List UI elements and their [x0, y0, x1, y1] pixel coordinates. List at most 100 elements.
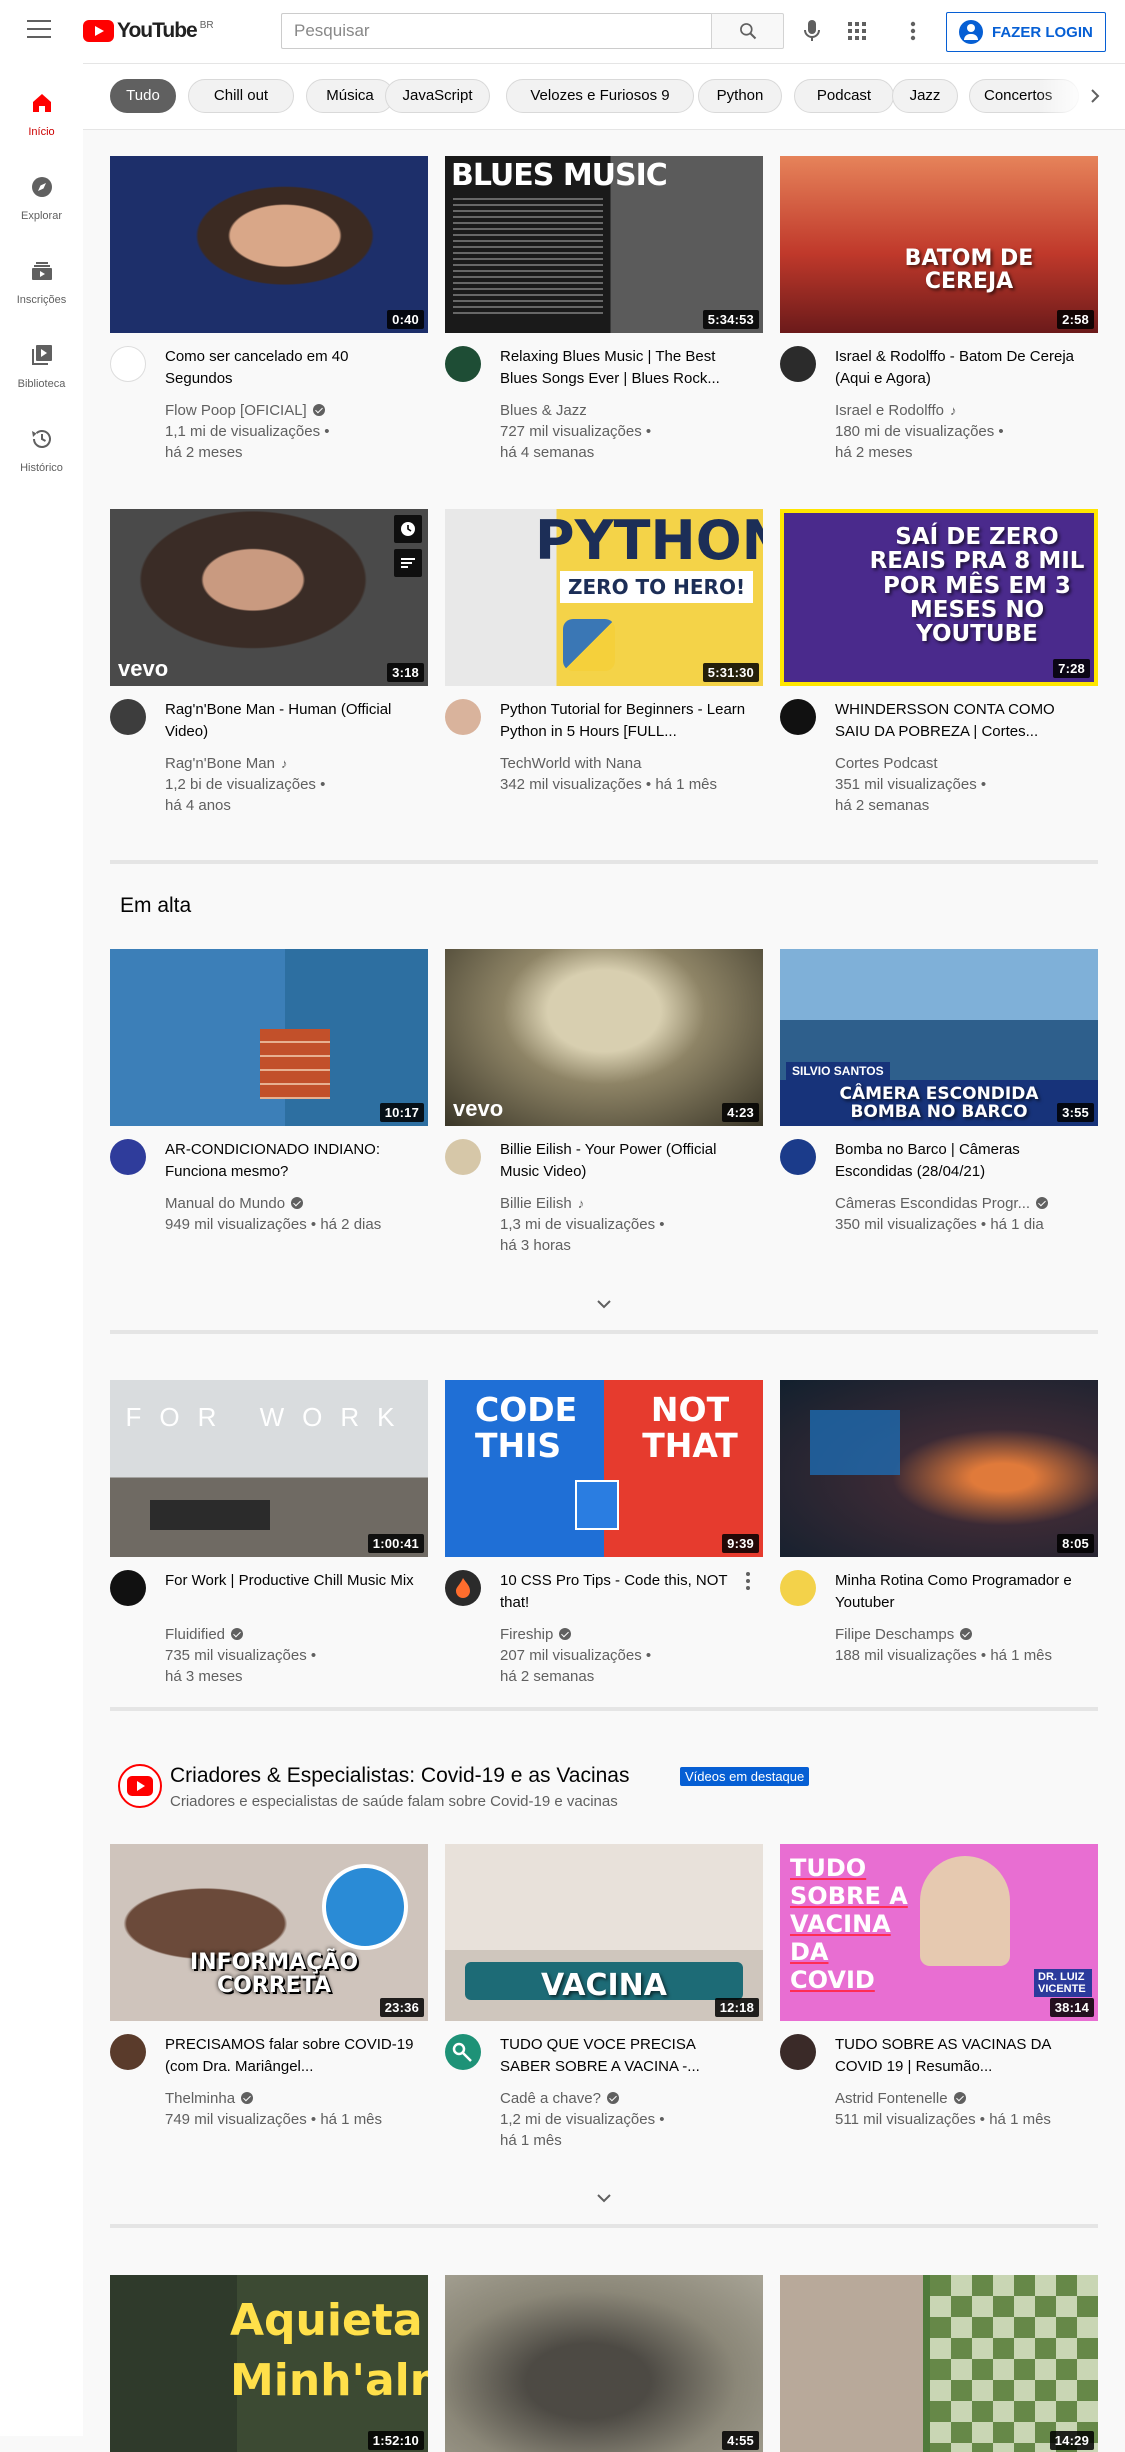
sidebar-item-explore[interactable]: Explorar [0, 161, 83, 235]
channel-avatar[interactable] [110, 2034, 146, 2070]
channel-avatar[interactable] [110, 699, 146, 735]
channel-name[interactable]: Blues & Jazz [500, 400, 760, 421]
shelf-title[interactable]: Criadores & Especialistas: Covid-19 e as… [170, 1764, 630, 1788]
youtube-logo[interactable]: YouTube BR [83, 18, 214, 44]
video-thumbnail[interactable]: 8:05 [780, 1380, 1098, 1557]
channel-avatar[interactable] [110, 1570, 146, 1606]
video-thumbnail[interactable]: vevo 3:18 [110, 509, 428, 686]
upload-age: há 3 horas [500, 1237, 571, 1254]
video-meta: Fireship 207 mil visualizações • há 2 se… [500, 1624, 760, 1687]
video-thumbnail[interactable]: 0:40 [110, 156, 428, 333]
video-title[interactable]: PRECISAMOS falar sobre COVID-19 (com Dra… [165, 2034, 415, 2078]
channel-name[interactable]: Fireship [500, 1626, 553, 1643]
thumbnail-tracklist [453, 198, 603, 318]
video-thumbnail[interactable]: 10:17 [110, 949, 428, 1126]
chip-chill-out[interactable]: Chill out [188, 79, 294, 113]
video-thumbnail[interactable]: PYTHON ZERO TO HERO! 5:31:30 [445, 509, 763, 686]
channel-name[interactable]: TechWorld with Nana [500, 753, 760, 774]
view-count: 342 mil visualizações [500, 776, 642, 793]
channel-name[interactable]: Rag'n'Bone Man [165, 755, 275, 772]
channel-name[interactable]: Cadê a chave? [500, 2090, 601, 2107]
search-button[interactable] [711, 13, 784, 49]
expand-shelf-chevron-icon[interactable] [592, 1292, 616, 1316]
video-title[interactable]: Israel & Rodolffo - Batom De Cereja (Aqu… [835, 346, 1085, 390]
apps-grid-icon[interactable] [844, 18, 870, 44]
channel-avatar[interactable] [445, 699, 481, 735]
video-menu-icon[interactable] [745, 1572, 751, 1594]
login-button[interactable]: FAZER LOGIN [946, 12, 1106, 52]
video-thumbnail[interactable]: FOR WORK 1:00:41 [110, 1380, 428, 1557]
video-thumbnail[interactable]: vevo 4:23 [445, 949, 763, 1126]
video-title[interactable]: Como ser cancelado em 40 Segundos [165, 346, 415, 390]
channel-name[interactable]: Israel e Rodolffo [835, 402, 944, 419]
verified-icon [312, 404, 325, 416]
video-title[interactable]: Relaxing Blues Music | The Best Blues So… [500, 346, 750, 390]
video-title[interactable]: 10 CSS Pro Tips - Code this, NOT that! [500, 1570, 750, 1614]
add-to-queue-icon[interactable] [394, 549, 422, 577]
sidebar-item-history[interactable]: Histórico [0, 413, 83, 487]
video-thumbnail[interactable]: 4:55 [445, 2275, 763, 2452]
channel-avatar[interactable] [445, 2034, 481, 2070]
chevron-right-icon[interactable] [1083, 84, 1107, 108]
channel-avatar[interactable] [445, 346, 481, 382]
channel-name[interactable]: Fluidified [165, 1626, 225, 1643]
channel-name[interactable]: Thelminha [165, 2090, 235, 2107]
video-thumbnail[interactable]: VACINA 12:18 [445, 1844, 763, 2021]
video-thumbnail[interactable]: TUDO SOBRE A VACINA DA COVID DR. LUIZ VI… [780, 1844, 1098, 2021]
video-thumbnail[interactable]: Aquieta Minh'alma 1:52:10 [110, 2275, 428, 2452]
video-title[interactable]: Minha Rotina Como Programador e Youtuber [835, 1570, 1085, 1614]
channel-name[interactable]: Flow Poop [OFICIAL] [165, 402, 307, 419]
filter-chip-bar: Tudo Chill out Música JavaScript Velozes… [83, 63, 1125, 130]
video-title[interactable]: TUDO SOBRE AS VACINAS DA COVID 19 | Resu… [835, 2034, 1085, 2078]
video-title[interactable]: Rag'n'Bone Man - Human (Official Video) [165, 699, 415, 743]
channel-name[interactable]: Cortes Podcast [835, 753, 1095, 774]
video-thumbnail[interactable]: SAÍ DE ZERO REAIS PRA 8 MIL POR MÊS EM 3… [780, 509, 1098, 686]
chip-jazz[interactable]: Jazz [892, 79, 958, 113]
video-thumbnail[interactable]: BATOM DE CEREJA 2:58 [780, 156, 1098, 333]
video-thumbnail[interactable]: CODE THIS NOT THAT 9:39 [445, 1380, 763, 1557]
video-title[interactable]: Python Tutorial for Beginners - Learn Py… [500, 699, 750, 743]
channel-avatar[interactable] [780, 346, 816, 382]
thumbnail-title: SAÍ DE ZERO REAIS PRA 8 MIL POR MÊS EM 3… [869, 524, 1085, 647]
channel-avatar[interactable] [110, 346, 146, 382]
channel-avatar[interactable] [780, 2034, 816, 2070]
chip-velozes-e-furiosos-9[interactable]: Velozes e Furiosos 9 [506, 79, 694, 113]
chip-javascript[interactable]: JavaScript [385, 79, 490, 113]
section-title-trending[interactable]: Em alta [120, 894, 191, 918]
menu-icon[interactable] [27, 20, 51, 40]
video-thumbnail[interactable]: INFORMAÇÃO CORRETA 23:36 [110, 1844, 428, 2021]
channel-avatar[interactable] [445, 1139, 481, 1175]
channel-name[interactable]: Billie Eilish [500, 1195, 572, 1212]
channel-name[interactable]: Manual do Mundo [165, 1195, 285, 1212]
video-title[interactable]: For Work | Productive Chill Music Mix [165, 1570, 415, 1592]
channel-name[interactable]: Câmeras Escondidas Progr... [835, 1195, 1030, 1212]
channel-avatar[interactable] [780, 1139, 816, 1175]
channel-name[interactable]: Astrid Fontenelle [835, 2090, 948, 2107]
chip-podcast[interactable]: Podcast [794, 79, 894, 113]
microphone-icon[interactable] [799, 18, 825, 44]
video-thumbnail[interactable]: BLUES MUSIC 5:34:53 [445, 156, 763, 333]
chip-tudo[interactable]: Tudo [110, 79, 176, 113]
sidebar-item-home[interactable]: Início [0, 77, 83, 151]
video-title[interactable]: WHINDERSSON CONTA COMO SAIU DA POBREZA |… [835, 699, 1085, 743]
chip-python[interactable]: Python [698, 79, 782, 113]
video-thumbnail[interactable]: SILVIO SANTOS CÂMERA ESCONDIDA BOMBA NO … [780, 949, 1098, 1126]
search-input[interactable] [281, 13, 711, 49]
more-options-icon[interactable] [900, 18, 926, 44]
chip-musica[interactable]: Música [306, 79, 394, 113]
sidebar-item-library[interactable]: Biblioteca [0, 329, 83, 403]
channel-name[interactable]: Filipe Deschamps [835, 1626, 954, 1643]
expand-shelf-chevron-icon[interactable] [592, 2186, 616, 2210]
video-title[interactable]: TUDO QUE VOCE PRECISA SABER SOBRE A VACI… [500, 2034, 750, 2078]
channel-avatar[interactable] [445, 1570, 481, 1606]
video-title[interactable]: Billie Eilish - Your Power (Official Mus… [500, 1139, 750, 1183]
sidebar-item-subscriptions[interactable]: Inscrições [0, 245, 83, 319]
video-meta: Blues & Jazz 727 mil visualizações • há … [500, 400, 760, 463]
watch-later-icon[interactable] [394, 515, 422, 543]
channel-avatar[interactable] [110, 1139, 146, 1175]
video-title[interactable]: Bomba no Barco | Câmeras Escondidas (28/… [835, 1139, 1085, 1183]
video-title[interactable]: AR-CONDICIONADO INDIANO: Funciona mesmo? [165, 1139, 415, 1183]
channel-avatar[interactable] [780, 699, 816, 735]
channel-avatar[interactable] [780, 1570, 816, 1606]
video-thumbnail[interactable]: 14:29 [780, 2275, 1098, 2452]
